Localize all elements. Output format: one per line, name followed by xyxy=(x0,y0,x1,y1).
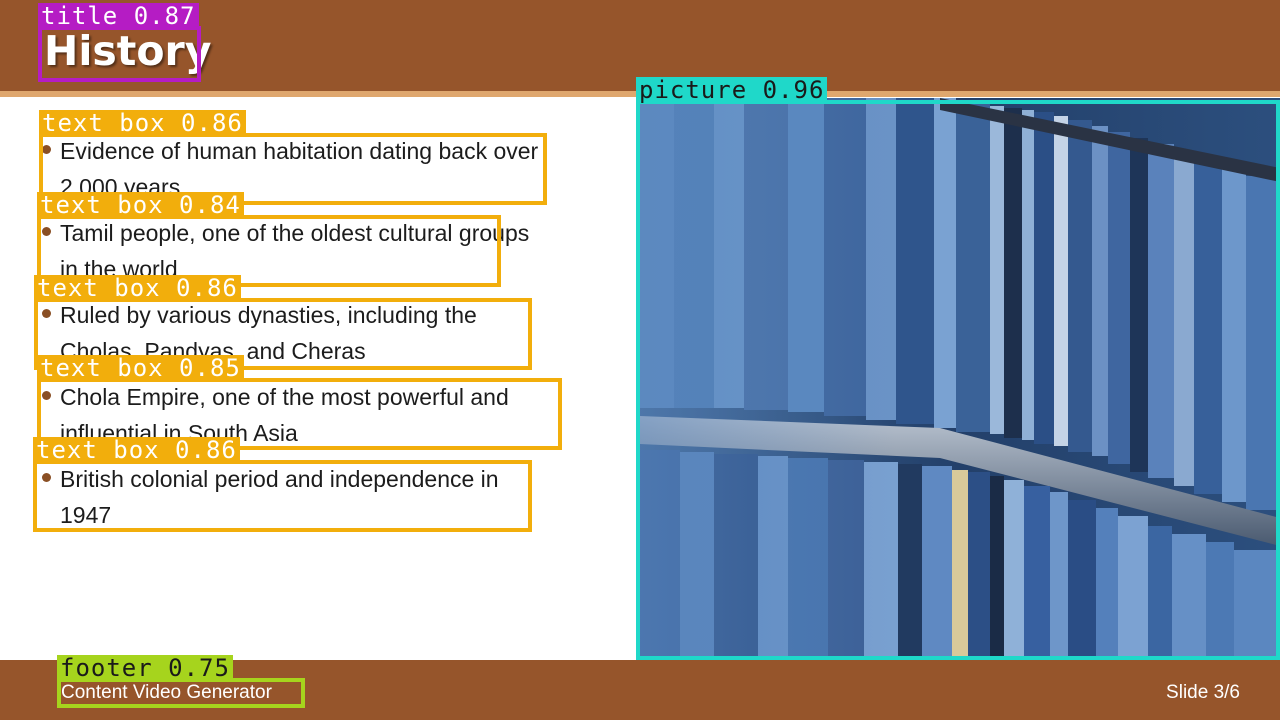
bookshelf-illustration xyxy=(640,98,1280,658)
detection-label-title: title 0.87 xyxy=(38,3,199,29)
bullet-dot-icon xyxy=(42,473,51,482)
detection-label-picture: picture 0.96 xyxy=(636,77,828,103)
bullet-dot-icon xyxy=(42,309,51,318)
footer-text: Content Video Generator xyxy=(61,682,272,703)
detection-label-text: text box 0.86 xyxy=(34,275,241,301)
detection-label-footer: footer 0.75 xyxy=(57,655,233,681)
detection-label-text: text box 0.85 xyxy=(37,355,244,381)
bullet-text: British colonial period and independence… xyxy=(60,466,499,528)
bullet-dot-icon xyxy=(42,145,51,154)
slide-number: Slide 3/6 xyxy=(1166,682,1240,703)
detection-label-text: text box 0.86 xyxy=(39,110,246,136)
bullet-dot-icon xyxy=(42,227,51,236)
detection-label-text: text box 0.86 xyxy=(33,437,240,463)
bullet-dot-icon xyxy=(42,391,51,400)
bookshelf-photo xyxy=(640,98,1280,658)
slide-title: History xyxy=(44,27,212,75)
detection-label-text: text box 0.84 xyxy=(37,192,244,218)
